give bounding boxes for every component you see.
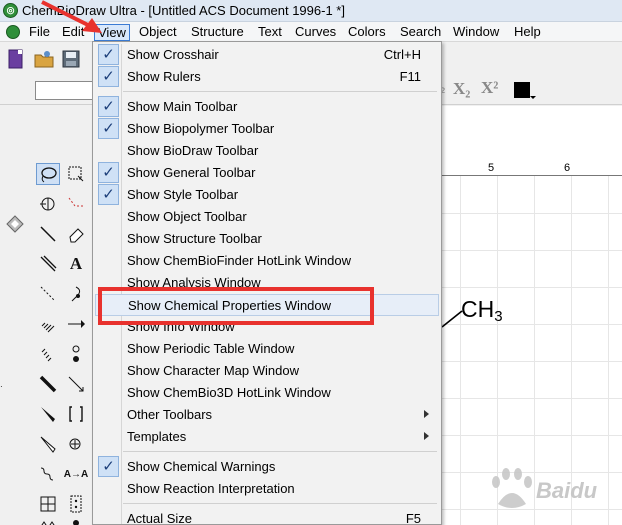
wavy-bond-tool-icon[interactable] xyxy=(36,463,60,485)
pin-tool-icon[interactable] xyxy=(64,513,88,525)
color-swatch[interactable] xyxy=(514,82,530,98)
menu-help[interactable]: Help xyxy=(511,24,544,41)
menu-object[interactable]: Object xyxy=(136,24,180,41)
menu-item-other-toolbars[interactable]: Other Toolbars xyxy=(95,404,439,426)
menu-item-show-rulers[interactable]: ✓ Show Rulers F11 xyxy=(95,66,439,88)
menu-item-show-chembio3d-hotlink[interactable]: Show ChemBio3D HotLink Window xyxy=(95,382,439,404)
menu-item-show-general-toolbar[interactable]: ✓ Show General Toolbar xyxy=(95,162,439,184)
mass-fragmentation-tool-icon[interactable] xyxy=(36,193,60,215)
methyl-group-label[interactable]: CH3 xyxy=(461,296,503,325)
menu-separator xyxy=(123,91,437,92)
line-tool-icon[interactable] xyxy=(64,373,88,395)
menu-item-show-chembiofinder-hotlink[interactable]: Show ChemBioFinder HotLink Window xyxy=(95,250,439,272)
orbital-tool-icon[interactable] xyxy=(64,343,88,365)
font-name-field[interactable] xyxy=(35,81,95,100)
diamond-tool-icon[interactable] xyxy=(3,213,27,235)
new-document-icon[interactable] xyxy=(5,48,27,70)
menu-curves[interactable]: Curves xyxy=(292,24,339,41)
menu-item-templates[interactable]: Templates xyxy=(95,426,439,448)
menu-separator xyxy=(123,503,437,504)
save-icon[interactable] xyxy=(60,48,82,70)
menu-item-show-chemical-warnings[interactable]: ✓ Show Chemical Warnings xyxy=(95,456,439,478)
open-folder-icon[interactable] xyxy=(33,48,55,70)
wedge-bond-tool-icon[interactable] xyxy=(36,403,60,425)
tool-palette: A A→A · xyxy=(0,106,92,525)
menu-item-show-style-toolbar[interactable]: ✓ Show Style Toolbar xyxy=(95,184,439,206)
checkmark-icon: ✓ xyxy=(98,162,119,183)
superscript-button[interactable]: X² xyxy=(481,78,498,98)
document-icon[interactable] xyxy=(6,25,20,39)
menu-item-show-biodraw-toolbar[interactable]: Show BioDraw Toolbar xyxy=(95,140,439,162)
dashed-line-tool-icon[interactable] xyxy=(36,283,60,305)
single-bond-tool-icon[interactable] xyxy=(36,223,60,245)
arrow-tool-icon[interactable] xyxy=(64,313,88,335)
pen-tool-icon[interactable] xyxy=(64,283,88,305)
menu-structure[interactable]: Structure xyxy=(188,24,247,41)
highlight-annotation-box xyxy=(98,287,374,325)
checkmark-icon: ✓ xyxy=(98,456,119,477)
palette-edge-mark: · xyxy=(0,382,3,391)
submenu-arrow-icon xyxy=(424,432,429,440)
lasso-tool-icon[interactable] xyxy=(36,163,60,185)
checkmark-icon: ✓ xyxy=(98,184,119,205)
wavy-hash-tool-icon[interactable] xyxy=(36,343,60,365)
subscript-button[interactable]: X₂ xyxy=(453,79,470,99)
chemical-symbols-tool-icon[interactable] xyxy=(64,433,88,455)
tlc-plate-tool-icon[interactable] xyxy=(64,493,88,515)
menu-window[interactable]: Window xyxy=(450,24,502,41)
menu-colors[interactable]: Colors xyxy=(345,24,389,41)
ruler-tick-5: 5 xyxy=(488,162,495,174)
checkmark-icon: ✓ xyxy=(98,118,119,139)
bracket-tool-icon[interactable] xyxy=(64,403,88,425)
text-tool-icon[interactable]: A xyxy=(64,253,88,275)
menu-item-show-crosshair[interactable]: ✓ Show Crosshair Ctrl+H xyxy=(95,44,439,66)
menu-item-actual-size[interactable]: Actual Size F5 xyxy=(95,508,439,525)
watermark-text: Baidu xyxy=(536,478,598,503)
menu-separator xyxy=(123,451,437,452)
red-arrow-annotation-icon xyxy=(41,0,102,33)
submenu-arrow-icon xyxy=(424,410,429,418)
ruler-tick-6: 6 xyxy=(564,162,571,174)
hollow-wedge-tool-icon[interactable] xyxy=(36,433,60,455)
menu-item-show-object-toolbar[interactable]: Show Object Toolbar xyxy=(95,206,439,228)
bold-bond-tool-icon[interactable] xyxy=(36,373,60,395)
marquee-tool-icon[interactable] xyxy=(64,163,88,185)
eraser-tool-icon[interactable] xyxy=(64,223,88,245)
menu-item-show-main-toolbar[interactable]: ✓ Show Main Toolbar xyxy=(95,96,439,118)
hashed-bond-tool-icon[interactable] xyxy=(36,313,60,335)
checkmark-icon: ✓ xyxy=(98,44,119,65)
menu-item-show-reaction-interpretation[interactable]: Show Reaction Interpretation xyxy=(95,478,439,500)
zigzag-tool-icon[interactable] xyxy=(36,513,60,525)
checkmark-icon: ✓ xyxy=(98,96,119,117)
view-menu-dropdown: ✓ Show Crosshair Ctrl+H ✓ Show Rulers F1… xyxy=(92,41,442,525)
color-dropdown-icon[interactable] xyxy=(530,96,536,99)
menu-item-show-periodic-table[interactable]: Show Periodic Table Window xyxy=(95,338,439,360)
chemdraw-app-icon[interactable]: ◎ xyxy=(3,3,18,18)
menu-text[interactable]: Text xyxy=(255,24,285,41)
atom-to-atom-map-tool-icon[interactable]: A→A xyxy=(64,463,88,485)
menu-item-show-character-map[interactable]: Show Character Map Window xyxy=(95,360,439,382)
double-bond-tool-icon[interactable] xyxy=(36,253,60,275)
checkmark-icon: ✓ xyxy=(98,66,119,87)
menu-item-show-structure-toolbar[interactable]: Show Structure Toolbar xyxy=(95,228,439,250)
menu-search[interactable]: Search xyxy=(397,24,444,41)
table-tool-icon[interactable] xyxy=(36,493,60,515)
dashed-bond-tool-icon[interactable] xyxy=(64,193,88,215)
menu-item-show-biopolymer-toolbar[interactable]: ✓ Show Biopolymer Toolbar xyxy=(95,118,439,140)
